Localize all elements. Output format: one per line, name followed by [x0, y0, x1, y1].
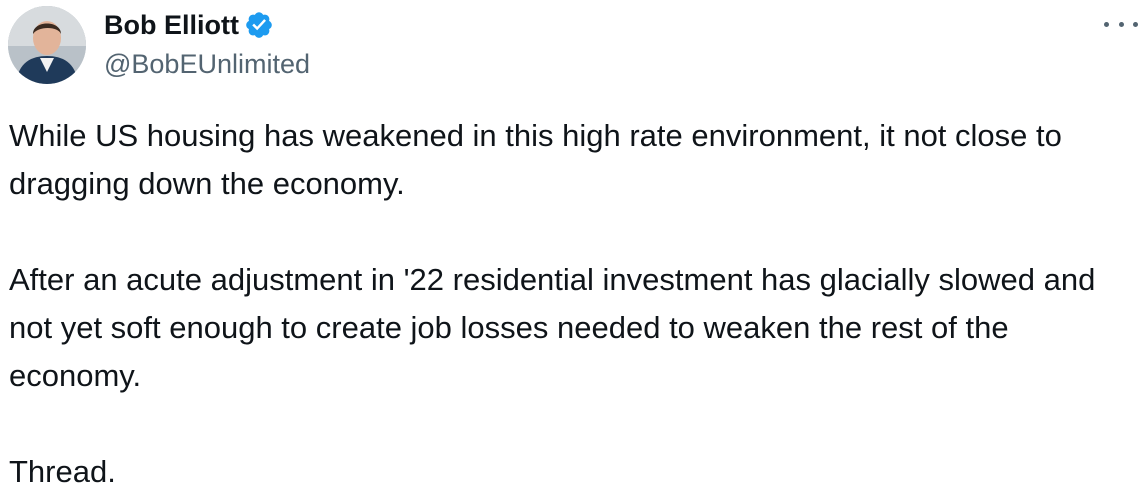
- dot: [1104, 21, 1109, 27]
- name-row: Bob Elliott: [104, 8, 310, 42]
- display-name[interactable]: Bob Elliott: [104, 8, 239, 42]
- tweet-text: While US housing has weakened in this hi…: [9, 112, 1119, 496]
- dot: [1118, 21, 1124, 27]
- tweet-paragraph: After an acute adjustment in '22 residen…: [9, 262, 1096, 393]
- dot: [1133, 21, 1138, 27]
- more-horizontal-icon[interactable]: [1104, 14, 1138, 34]
- verified-badge-icon: [244, 10, 274, 40]
- avatar[interactable]: [8, 6, 86, 84]
- tweet-paragraph: Thread.: [9, 454, 116, 489]
- tweet-card: Bob Elliott @BobEUnlimited While US hous…: [0, 0, 1148, 494]
- author-handle[interactable]: @BobEUnlimited: [104, 46, 310, 82]
- author-block: Bob Elliott @BobEUnlimited: [104, 8, 310, 82]
- avatar-image: [8, 6, 86, 84]
- tweet-paragraph: While US housing has weakened in this hi…: [9, 118, 1062, 201]
